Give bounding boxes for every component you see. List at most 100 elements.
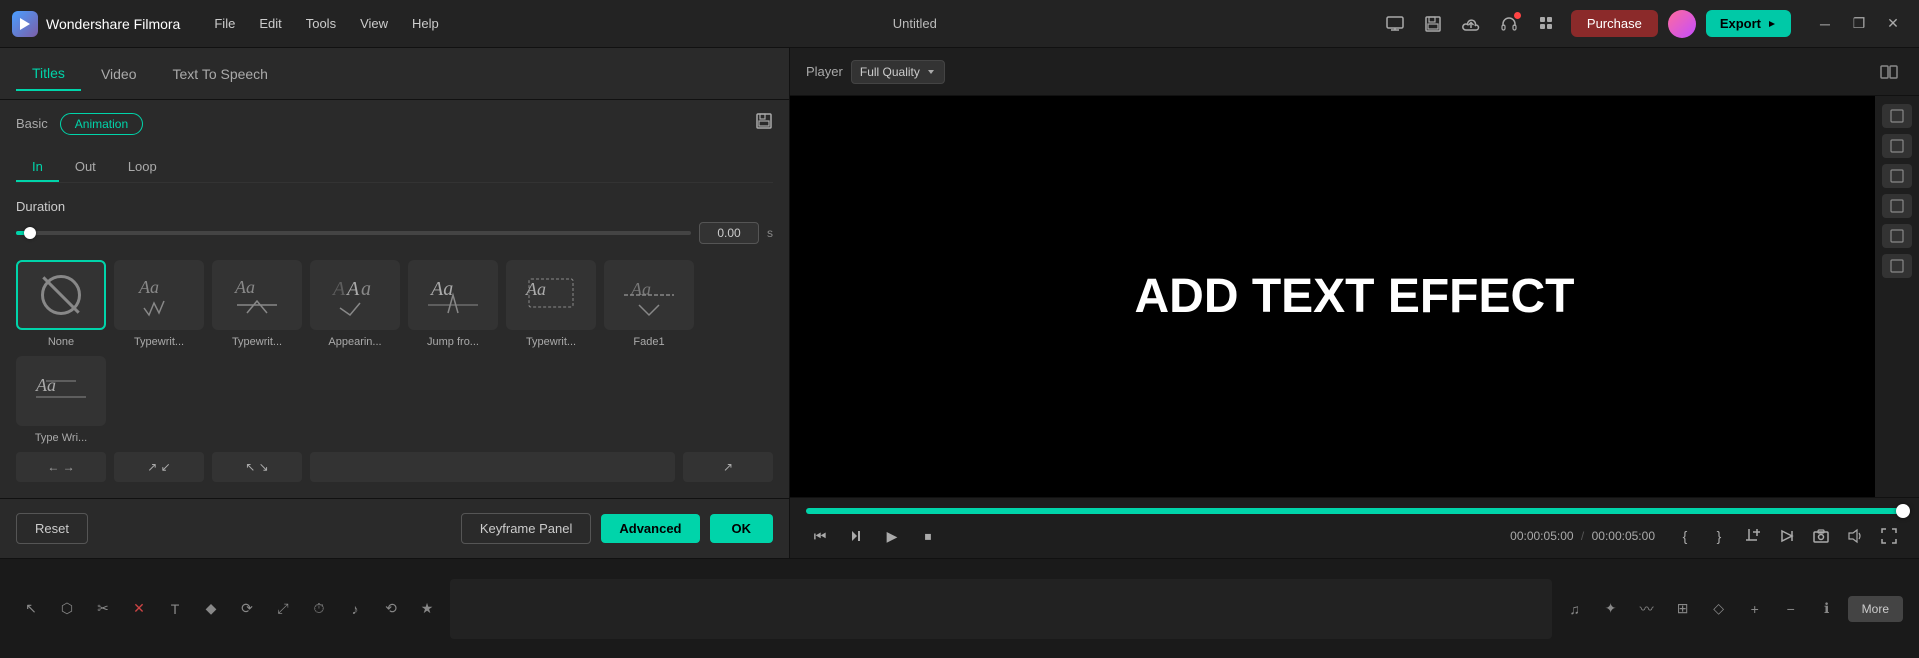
selection-tool[interactable]: ⬡ (52, 594, 82, 624)
purchase-button[interactable]: Purchase (1571, 10, 1658, 37)
step-back-button[interactable]: ⏮ (806, 522, 834, 550)
play-button[interactable]: ▶ (878, 522, 906, 550)
motion-tool[interactable]: ⟲ (376, 594, 406, 624)
sidebar-btn-6[interactable] (1882, 254, 1912, 278)
timeline-content (450, 579, 1552, 639)
insert-button[interactable] (1773, 522, 1801, 550)
maximize-button[interactable]: ❐ (1845, 10, 1873, 38)
anim-item-fade1[interactable]: Aa Fade1 (604, 260, 694, 348)
stop-button[interactable]: ⏹ (914, 522, 942, 550)
tab-video[interactable]: Video (85, 58, 153, 90)
duration-slider[interactable] (16, 231, 691, 235)
arrow-next3[interactable] (310, 452, 675, 482)
mark-out-button[interactable]: } (1705, 522, 1733, 550)
avatar[interactable] (1668, 10, 1696, 38)
sidebar-btn-2[interactable] (1882, 134, 1912, 158)
waveform-tool[interactable]: 〰 (1632, 594, 1662, 624)
menu-edit[interactable]: Edit (249, 12, 291, 35)
delete-tool[interactable]: ✕ (124, 594, 154, 624)
slow-play-button[interactable] (842, 522, 870, 550)
svg-text:A: A (345, 278, 360, 300)
panel-content: Basic Animation In Out Loop Duration (0, 100, 789, 498)
anim-item-typewriter2[interactable]: Aa Typewrit... (212, 260, 302, 348)
mark-tool[interactable]: ◆ (196, 594, 226, 624)
menu-help[interactable]: Help (402, 12, 449, 35)
export-button[interactable]: Export (1706, 10, 1791, 37)
monitor-icon[interactable] (1381, 10, 1409, 38)
total-time: 00:00:05:00 (1592, 529, 1655, 543)
arrow-next2[interactable]: ↖ ↘ (212, 452, 302, 482)
quality-selector[interactable]: Full Quality (851, 60, 945, 84)
zoom-in-tool[interactable]: + (1740, 594, 1770, 624)
speed-tool[interactable]: ⏱ (304, 594, 334, 624)
animation-arrows-row: ← → ↗ ↙ ↖ ↘ ↗ (16, 452, 773, 482)
volume-button[interactable] (1841, 522, 1869, 550)
close-button[interactable]: ✕ (1879, 10, 1907, 38)
arrow-prev[interactable]: ← → (16, 452, 106, 482)
cut-tool[interactable]: ✂ (88, 594, 118, 624)
player-area: ADD TEXT EFFECT (790, 96, 1919, 497)
fullscreen-button[interactable] (1875, 522, 1903, 550)
reset-button[interactable]: Reset (16, 513, 88, 544)
crop-button[interactable] (1739, 522, 1767, 550)
ripple-tool[interactable]: ⟳ (232, 594, 262, 624)
progress-thumb[interactable] (1896, 504, 1910, 518)
duration-value[interactable]: 0.00 (699, 222, 759, 244)
tab-text-to-speech[interactable]: Text To Speech (157, 58, 284, 90)
svg-text:Aa: Aa (35, 375, 56, 395)
cloud-upload-icon[interactable] (1457, 10, 1485, 38)
timeline-view-tool[interactable]: ⊞ (1668, 594, 1698, 624)
duration-unit: s (767, 226, 773, 240)
progress-bar[interactable] (806, 508, 1903, 514)
svg-text:Aa: Aa (630, 279, 651, 299)
timeline-right-tools: ♫ ✦ 〰 ⊞ ◇ + − ℹ More (1560, 594, 1903, 624)
compare-icon[interactable] (1875, 58, 1903, 86)
anim-item-typewriter1[interactable]: Aa Typewrit... (114, 260, 204, 348)
sidebar-btn-1[interactable] (1882, 104, 1912, 128)
info-tool[interactable]: ℹ (1812, 594, 1842, 624)
headset-icon[interactable] (1495, 10, 1523, 38)
save-icon[interactable] (1419, 10, 1447, 38)
preview-text: ADD TEXT EFFECT (1135, 269, 1575, 324)
anim-item-none[interactable]: None (16, 260, 106, 348)
keyframe-tool[interactable]: ◇ (1704, 594, 1734, 624)
tab-titles[interactable]: Titles (16, 57, 81, 91)
transform-tool[interactable]: ⤢ (268, 594, 298, 624)
menu-view[interactable]: View (350, 12, 398, 35)
sidebar-btn-3[interactable] (1882, 164, 1912, 188)
screenshot-button[interactable] (1807, 522, 1835, 550)
advanced-button[interactable]: Advanced (601, 514, 699, 543)
anim-tab-out[interactable]: Out (59, 151, 112, 182)
anim-thumb-appearing: A A a (310, 260, 400, 330)
more-button[interactable]: More (1848, 596, 1903, 622)
anim-item-jumpfrom[interactable]: Aa Jump fro... (408, 260, 498, 348)
anim-label-typewriter4: Type Wri... (35, 432, 87, 444)
anim-thumb-typewriter3: Aa (506, 260, 596, 330)
anim-item-typewriter3[interactable]: Aa Typewrit... (506, 260, 596, 348)
keyframe-panel-button[interactable]: Keyframe Panel (461, 513, 592, 544)
slider-thumb[interactable] (24, 227, 36, 239)
sparkle-tool[interactable]: ✦ (1596, 594, 1626, 624)
ok-button[interactable]: OK (710, 514, 774, 543)
anim-item-typewriter4[interactable]: Aa Type Wri... (16, 356, 106, 444)
animation-badge[interactable]: Animation (60, 113, 143, 135)
sidebar-btn-5[interactable] (1882, 224, 1912, 248)
music-tool[interactable]: ♫ (1560, 594, 1590, 624)
zoom-out-tool[interactable]: − (1776, 594, 1806, 624)
cursor-tool[interactable]: ↖ (16, 594, 46, 624)
save-preset-button[interactable] (755, 112, 773, 135)
text-tool[interactable]: T (160, 594, 190, 624)
menu-file[interactable]: File (204, 12, 245, 35)
sidebar-btn-4[interactable] (1882, 194, 1912, 218)
arrow-next1[interactable]: ↗ ↙ (114, 452, 204, 482)
anim-item-appearing[interactable]: A A a Appearin... (310, 260, 400, 348)
minimize-button[interactable]: ─ (1811, 10, 1839, 38)
anim-tab-loop[interactable]: Loop (112, 151, 173, 182)
mark-in-button[interactable]: { (1671, 522, 1699, 550)
menu-tools[interactable]: Tools (296, 12, 346, 35)
audio-tool[interactable]: ♪ (340, 594, 370, 624)
anim-tab-in[interactable]: In (16, 151, 59, 182)
grid-icon[interactable] (1533, 10, 1561, 38)
effects-tool[interactable]: ★ (412, 594, 442, 624)
arrow-next4[interactable]: ↗ (683, 452, 773, 482)
